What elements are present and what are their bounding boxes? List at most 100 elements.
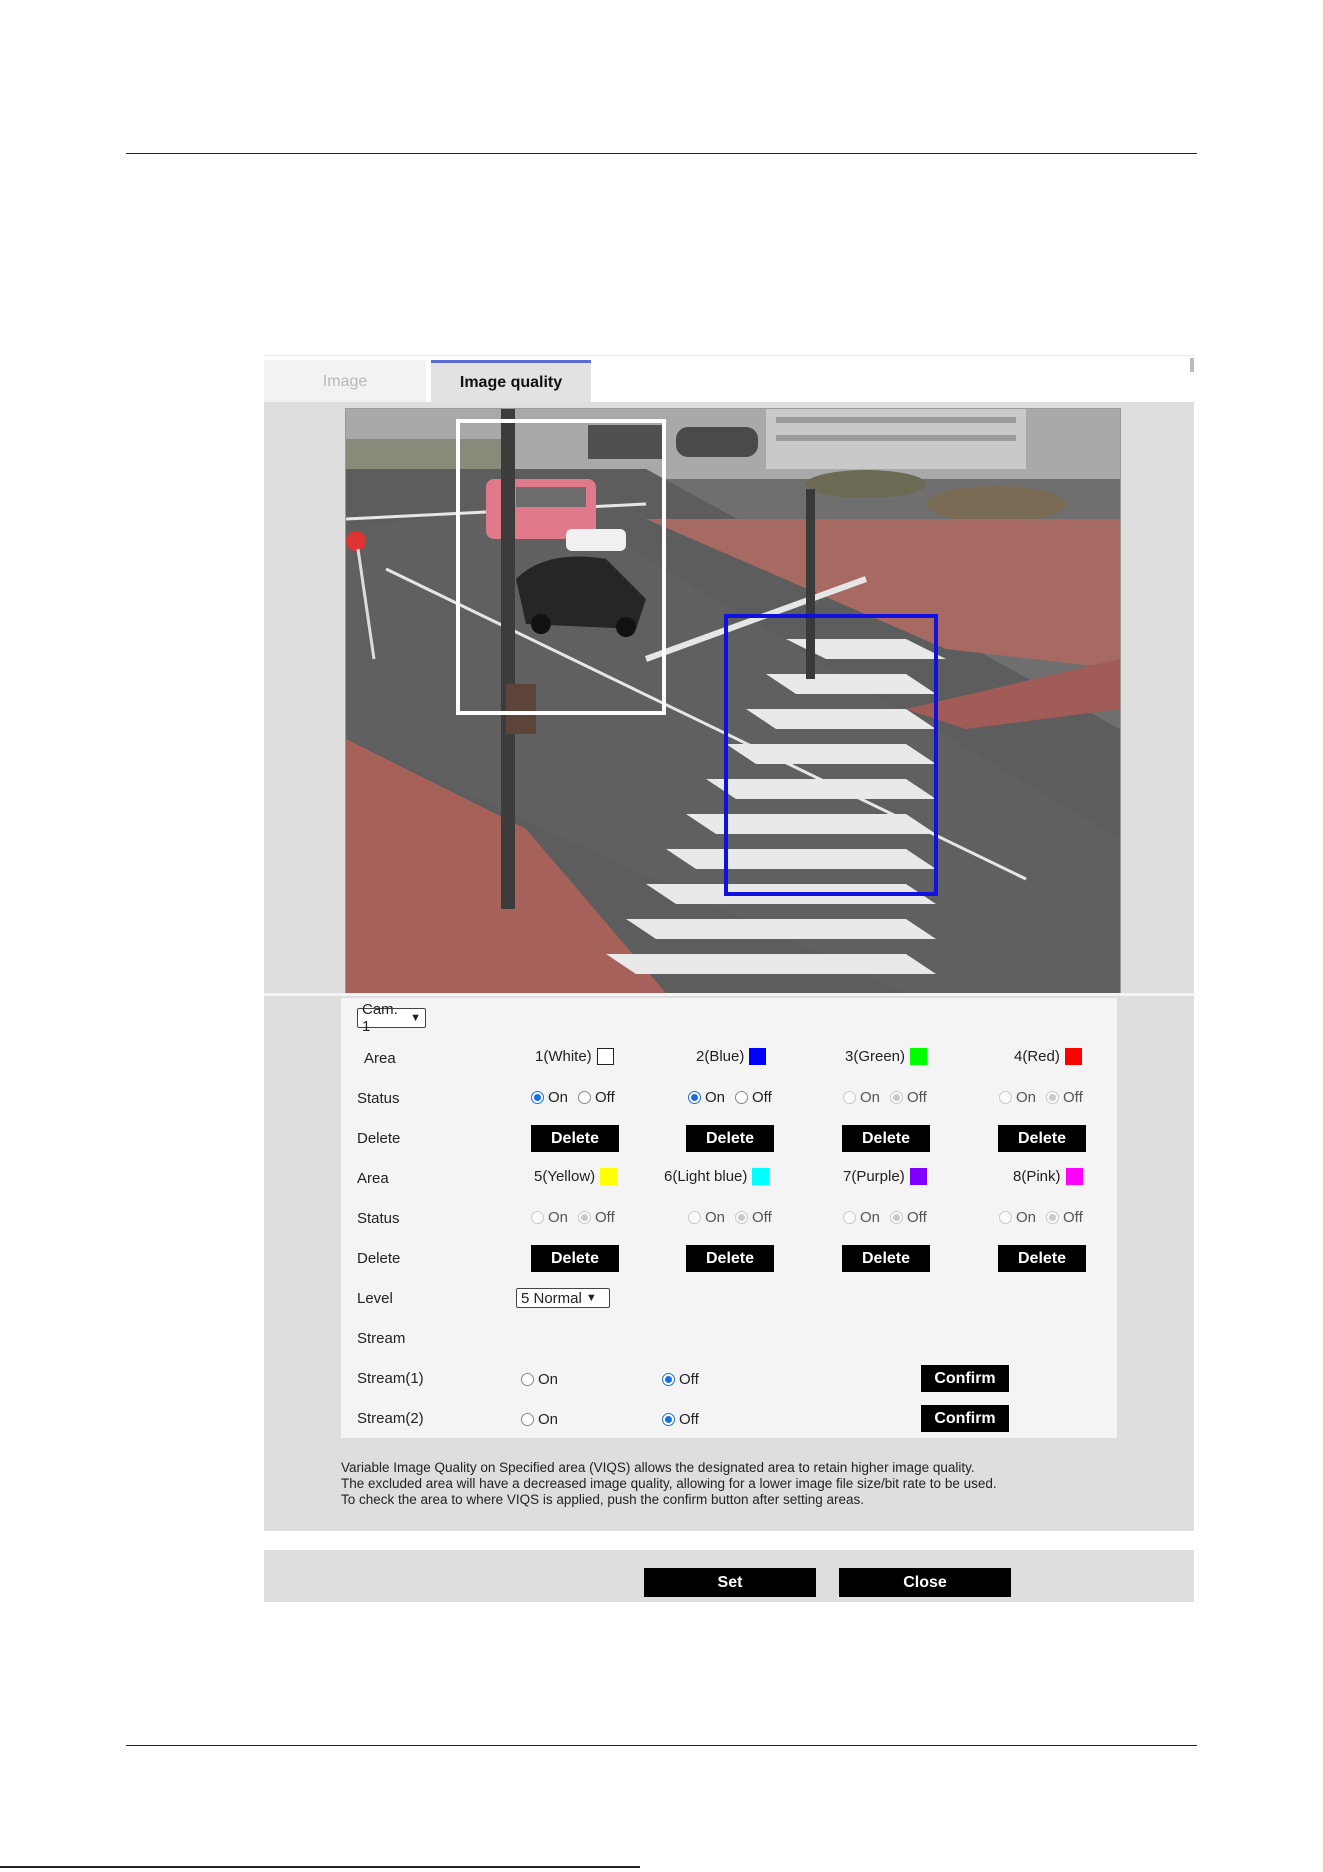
area-3: 3(Green) — [845, 1048, 928, 1065]
stream-1-on-label: On — [538, 1371, 559, 1388]
area-6-label: 6(Light blue) — [664, 1168, 748, 1185]
area-2-swatch — [749, 1048, 767, 1065]
area-7-label: 7(Purple) — [843, 1168, 905, 1185]
help-line-1: Variable Image Quality on Specified area… — [341, 1460, 975, 1475]
area-7: 7(Purple) — [843, 1168, 927, 1185]
viqs-controls: Cam. 1 ▼ Area Status Delete Area Status … — [341, 998, 1117, 1438]
area-5: 5(Yellow) — [534, 1168, 618, 1185]
chevron-down-icon: ▼ — [585, 1292, 597, 1304]
camera-select-value: Cam. 1 — [362, 1001, 398, 1035]
camera-preview[interactable] — [345, 408, 1121, 994]
stream-2-on-label: On — [538, 1411, 559, 1428]
delete-area-7-button[interactable]: Delete — [842, 1245, 930, 1272]
scrollbar-thumb[interactable] — [1190, 358, 1194, 372]
set-button[interactable]: Set — [644, 1568, 816, 1597]
stream-label: Stream — [357, 1330, 406, 1347]
camera-select[interactable]: Cam. 1 ▼ — [357, 1001, 426, 1035]
help-line-3: To check the area to where VIQS is appli… — [341, 1492, 865, 1507]
stream-1-off-label: Off — [679, 1371, 699, 1388]
tab-image[interactable]: Image — [264, 360, 426, 403]
delete-label-1: Delete — [357, 1130, 401, 1147]
stream-2-label: Stream(2) — [357, 1410, 424, 1427]
area-4-label: 4(Red) — [1014, 1048, 1060, 1065]
delete-area-5-button[interactable]: Delete — [531, 1245, 619, 1272]
stream-2-confirm-button[interactable]: Confirm — [921, 1405, 1009, 1432]
area-7-on-label: On — [860, 1209, 881, 1226]
area-1-swatch — [596, 1048, 614, 1065]
bottom-bar: Set Close — [264, 1550, 1194, 1602]
area-3-on-radio[interactable] — [843, 1091, 856, 1104]
area-3-off-radio[interactable] — [890, 1091, 904, 1104]
area-7-swatch — [909, 1168, 927, 1185]
area-7-off-radio[interactable] — [890, 1211, 904, 1224]
area-5-off-radio[interactable] — [578, 1211, 592, 1224]
area-8: 8(Pink) — [1013, 1168, 1083, 1185]
area-6-off-radio[interactable] — [735, 1211, 749, 1224]
area-2-off-radio[interactable] — [735, 1091, 749, 1104]
stream-1-confirm-button[interactable]: Confirm — [921, 1365, 1009, 1392]
level-select[interactable]: 5 Normal ▼ — [516, 1288, 610, 1308]
area-4-status: On Off — [999, 1089, 1093, 1106]
level-label: Level — [357, 1290, 393, 1307]
delete-label-2: Delete — [357, 1250, 401, 1267]
delete-area-4-button[interactable]: Delete — [998, 1125, 1086, 1152]
area-label-1: Area — [364, 1050, 396, 1067]
stream-2-on: On — [521, 1411, 568, 1428]
area-7-off-label: Off — [907, 1209, 927, 1226]
area-8-off-radio[interactable] — [1046, 1211, 1060, 1224]
area-6-on-label: On — [705, 1209, 726, 1226]
area-8-label: 8(Pink) — [1013, 1168, 1061, 1185]
area-6-on-radio[interactable] — [688, 1211, 701, 1224]
tab-image-quality[interactable]: Image quality — [431, 360, 591, 403]
stream-1-on-radio[interactable] — [521, 1373, 534, 1386]
area-5-on-radio[interactable] — [531, 1211, 544, 1224]
area-3-status: On Off — [843, 1089, 937, 1106]
delete-area-3-button[interactable]: Delete — [842, 1125, 930, 1152]
help-line-2: The excluded area will have a decreased … — [341, 1476, 997, 1491]
delete-area-8-button[interactable]: Delete — [998, 1245, 1086, 1272]
chevron-down-icon: ▼ — [410, 1012, 421, 1024]
panel-divider — [264, 993, 1194, 996]
area-4-off-label: Off — [1063, 1089, 1083, 1106]
stream-2-off-radio[interactable] — [662, 1413, 675, 1426]
close-button[interactable]: Close — [839, 1568, 1011, 1597]
area-6: 6(Light blue) — [664, 1168, 770, 1185]
area-1-label: 1(White) — [535, 1048, 592, 1065]
area-8-off-label: Off — [1063, 1209, 1083, 1226]
area-4-off-radio[interactable] — [1046, 1091, 1060, 1104]
area-4-on-radio[interactable] — [999, 1091, 1012, 1104]
stream-1-on: On — [521, 1371, 568, 1388]
area-1-off-label: Off — [595, 1089, 615, 1106]
stream-1-off-radio[interactable] — [662, 1373, 675, 1386]
delete-area-6-button[interactable]: Delete — [686, 1245, 774, 1272]
area-1-on-radio[interactable] — [531, 1091, 544, 1104]
area-4-swatch — [1064, 1048, 1082, 1065]
area-7-on-radio[interactable] — [843, 1211, 856, 1224]
delete-area-2-button[interactable]: Delete — [686, 1125, 774, 1152]
stream-2-on-radio[interactable] — [521, 1413, 534, 1426]
area-1-off-radio[interactable] — [578, 1091, 592, 1104]
camera-scene — [346, 409, 1120, 993]
area-7-status: On Off — [843, 1209, 937, 1226]
delete-area-1-button[interactable]: Delete — [531, 1125, 619, 1152]
area-6-off-label: Off — [752, 1209, 772, 1226]
area-2-status: On Off — [688, 1089, 782, 1106]
area-5-on-label: On — [548, 1209, 569, 1226]
area-3-swatch — [910, 1048, 928, 1065]
area-3-label: 3(Green) — [845, 1048, 906, 1065]
footer-top-rule — [126, 1745, 1197, 1746]
stream-1-off: Off — [662, 1371, 709, 1388]
tab-bar: Image Image quality — [264, 355, 1194, 403]
area-5-swatch — [600, 1168, 618, 1185]
area-2-label: 2(Blue) — [696, 1048, 745, 1065]
header-rule — [126, 153, 1197, 154]
area-4-on-label: On — [1016, 1089, 1037, 1106]
area-4: 4(Red) — [1014, 1048, 1082, 1065]
area-2: 2(Blue) — [696, 1048, 767, 1065]
area-8-on-radio[interactable] — [999, 1211, 1012, 1224]
footer-rule — [0, 1866, 640, 1868]
area-5-label: 5(Yellow) — [534, 1168, 596, 1185]
stream-1-label: Stream(1) — [357, 1370, 424, 1387]
main-panel: Cam. 1 ▼ Area Status Delete Area Status … — [264, 402, 1194, 1531]
area-2-on-radio[interactable] — [688, 1091, 701, 1104]
